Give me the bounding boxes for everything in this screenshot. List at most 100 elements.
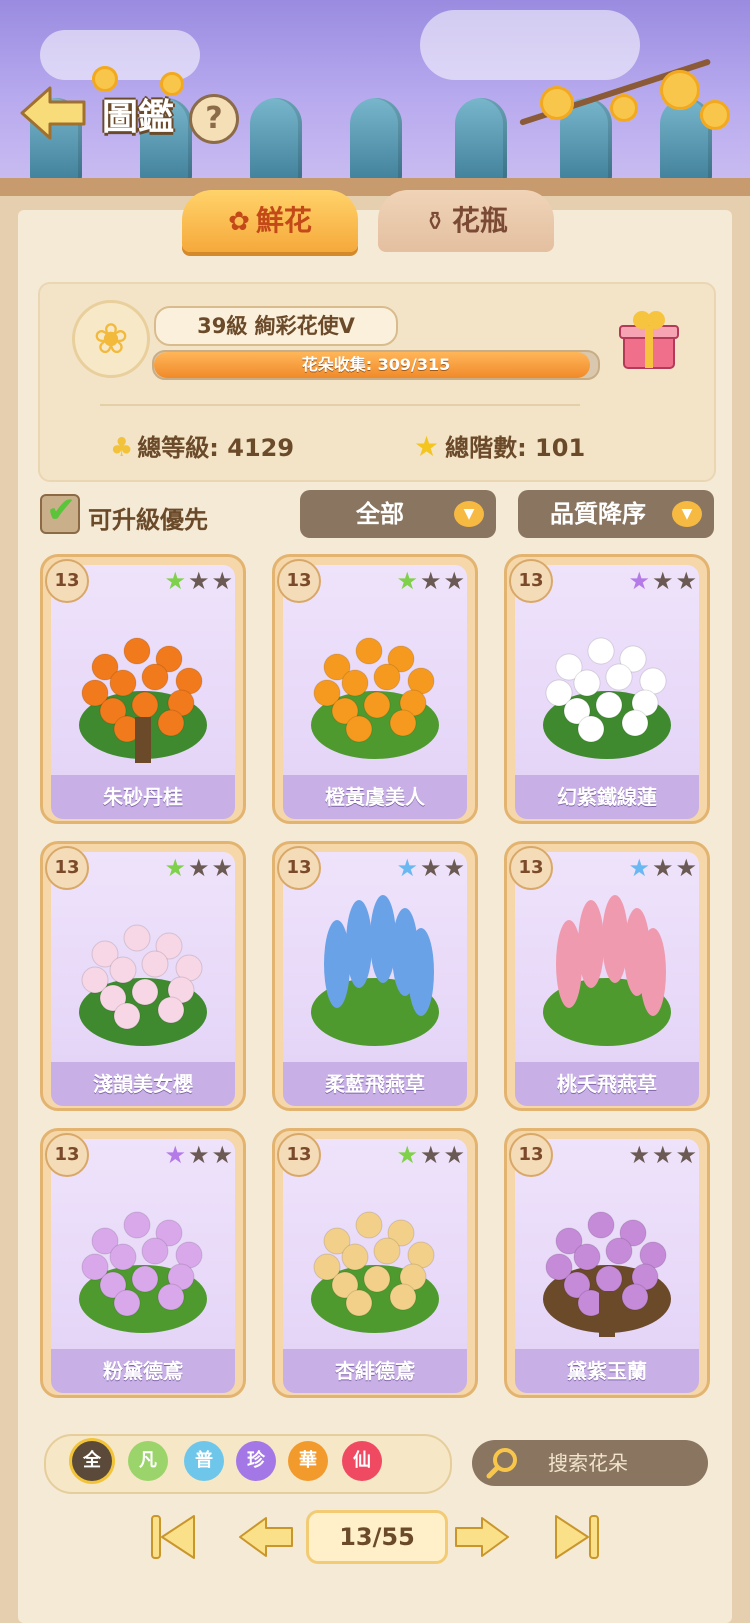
page-indicator: 13/55 [306,1510,448,1564]
orange-poppy-illustration [311,637,439,759]
flower-card-body: 粉黛德鳶 [51,1139,235,1393]
quality-chip[interactable]: 普 [184,1441,224,1481]
upgrade-first-checkbox[interactable]: ✔ [40,490,80,534]
star-icon: ★ [675,1141,699,1169]
star-icon: ★ [396,1141,420,1169]
star-icon: ★ [211,1141,235,1169]
cloud [420,10,640,80]
flower-name: 幻紫鐵線蓮 [557,785,657,809]
flower-illustration [297,607,453,767]
star-icon: ★ [419,854,444,882]
star-icon: ★ [443,854,467,882]
previous-page-icon [239,1517,293,1557]
collection-progress-label: 花朵收集: 309/315 [301,355,451,374]
star-icon: ★ [164,854,188,882]
vase-icon: ⚱ [424,207,446,237]
gift-box-button[interactable] [618,306,680,372]
tab-flowers-label: 鮮花 [255,204,312,237]
flower-card-body: 柔藍飛燕草 [283,852,467,1106]
star-rating: ★★★ [164,567,235,595]
star-icon: ★ [628,567,652,595]
star-icon: ★ [443,567,467,595]
next-page-button[interactable] [452,1510,512,1564]
search-flowers-button[interactable]: 搜索花朵 [472,1440,708,1486]
flower-card[interactable]: 幻紫鐵線蓮 13 ★★★ [504,554,710,824]
flower-card[interactable]: 粉黛德鳶 13 ★★★ [40,1128,246,1398]
first-page-button[interactable] [148,1510,202,1564]
flower-level-badge: 13 [509,559,553,603]
star-icon: ★ [628,854,652,882]
flower-illustration [529,607,685,767]
rose-icon: ✿ [228,207,250,237]
flower-level-badge: 13 [45,846,89,890]
back-arrow-icon [20,86,86,140]
star-icon: ★ [443,1141,467,1169]
flower-level-badge: 13 [509,846,553,890]
category-dropdown[interactable]: 全部 ▼ [300,490,496,538]
gift-icon [619,311,679,369]
star-rating: ★★★ [164,854,235,882]
star-icon: ★ [419,1141,444,1169]
last-page-button[interactable] [548,1510,602,1564]
flower-card[interactable]: 桃夭飛燕草 13 ★★★ [504,841,710,1111]
previous-page-button[interactable] [236,1510,296,1564]
flower-level-badge: 13 [509,1133,553,1177]
help-button[interactable]: ? [189,94,239,144]
star-icon: ★ [211,854,235,882]
checkmark-icon: ✔ [46,490,77,531]
sort-dropdown[interactable]: 品質降序 ▼ [518,490,714,538]
flower-level-badge: 13 [45,559,89,603]
search-placeholder: 搜索花朵 [548,1451,628,1475]
flower-illustration [65,1181,221,1341]
star-icon: ★ [419,567,444,595]
tab-bar: ✿ 鮮花 ⚱ 花瓶 [182,190,562,260]
category-dropdown-value: 全部 [356,500,404,528]
flower-illustration [529,1181,685,1341]
upgrade-first-label: 可升級優先 [88,506,208,534]
flower-name: 朱砂丹桂 [103,785,183,809]
flower-name: 杏緋德鳶 [335,1359,415,1383]
back-button[interactable] [18,84,88,142]
flower-name: 桃夭飛燕草 [557,1072,657,1096]
total-level-label: 總等級: 4129 [137,434,295,462]
tab-flowers[interactable]: ✿ 鮮花 [182,190,358,252]
star-icon: ★ [396,854,420,882]
flower-level-badge: 13 [45,1133,89,1177]
flower-name: 黛紫玉蘭 [567,1359,647,1383]
flower-card[interactable]: 黛紫玉蘭 13 ★★★ [504,1128,710,1398]
flower-name: 淺韻美女櫻 [93,1072,193,1096]
flower-name: 粉黛德鳶 [103,1359,183,1383]
flower-card[interactable]: 朱砂丹桂 13 ★★★ [40,554,246,824]
star-icon: ★ [187,854,212,882]
flower-card[interactable]: 淺韻美女櫻 13 ★★★ [40,841,246,1111]
flower-level-badge: 13 [277,1133,321,1177]
star-icon: ★ [414,430,440,463]
apricot-iris-illustration [311,1211,439,1333]
rank-title: 39級 絢彩花使Ⅴ [154,306,398,346]
quality-chip[interactable]: 華 [288,1441,328,1481]
quality-chip[interactable]: 凡 [128,1441,168,1481]
tab-vases[interactable]: ⚱ 花瓶 [378,190,554,252]
tab-vases-label: 花瓶 [451,204,508,237]
quality-chip[interactable]: 珍 [236,1441,276,1481]
star-rating: ★★★ [164,1141,235,1169]
star-icon: ★ [187,567,212,595]
star-icon: ★ [211,567,235,595]
orange-tree-illustration [79,637,207,763]
star-icon: ★ [164,567,188,595]
flower-illustration [529,894,685,1054]
quality-chip[interactable]: 全 [72,1441,112,1481]
flower-card[interactable]: 橙黃虞美人 13 ★★★ [272,554,478,824]
first-page-icon [151,1515,195,1559]
flower-card[interactable]: 柔藍飛燕草 13 ★★★ [272,841,478,1111]
flower-illustration [297,1181,453,1341]
star-rating: ★★★ [628,1141,699,1169]
star-icon: ★ [164,1141,188,1169]
chevron-down-icon: ▼ [454,501,484,527]
star-icon: ★ [651,1141,676,1169]
flower-card-body: 桃夭飛燕草 [515,852,699,1106]
quality-chip[interactable]: 仙 [342,1441,382,1481]
blue-delphinium-illustration [311,895,439,1046]
search-icon [486,1448,517,1479]
flower-card[interactable]: 杏緋德鳶 13 ★★★ [272,1128,478,1398]
